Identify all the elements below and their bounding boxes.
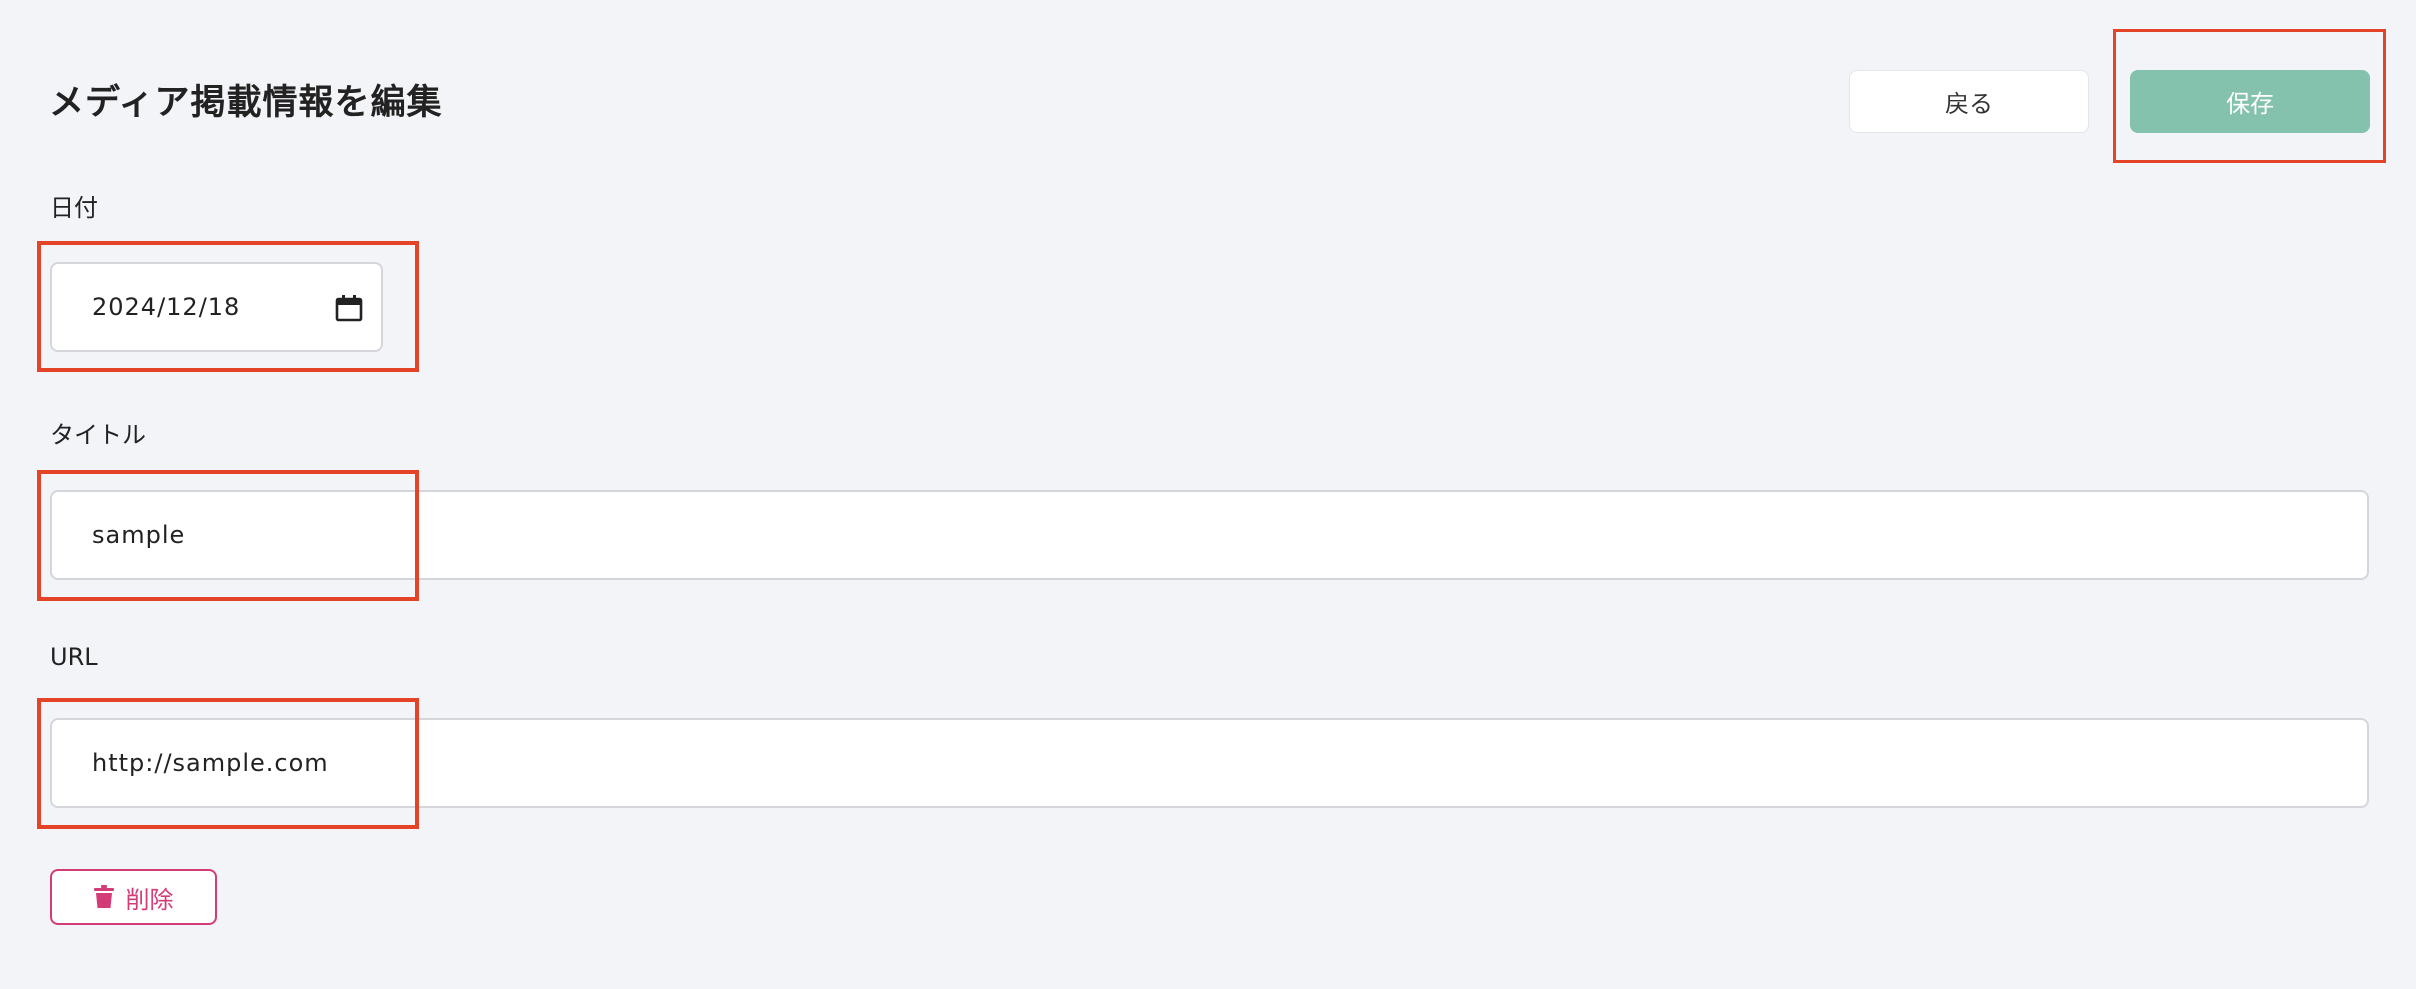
delete-label: 削除 xyxy=(125,885,174,914)
url-label: URL xyxy=(50,643,98,671)
date-value: 2024/12/18 xyxy=(92,293,241,321)
media-edit-page: メディア掲載情報を編集 戻る 保存 日付 2024/12/18 タイトル sam… xyxy=(0,0,2416,989)
calendar-icon[interactable] xyxy=(335,294,363,322)
trash-icon xyxy=(93,885,114,908)
title-label: タイトル xyxy=(50,421,146,449)
title-input[interactable]: sample xyxy=(50,490,2369,580)
date-field[interactable]: 2024/12/18 xyxy=(50,262,383,352)
date-label: 日付 xyxy=(50,194,98,222)
url-input[interactable]: http://sample.com xyxy=(50,718,2369,808)
url-value: http://sample.com xyxy=(92,749,329,777)
back-button[interactable]: 戻る xyxy=(1849,70,2089,133)
page-title: メディア掲載情報を編集 xyxy=(49,83,443,123)
title-value: sample xyxy=(92,521,186,549)
save-button[interactable]: 保存 xyxy=(2130,70,2370,133)
delete-button[interactable]: 削除 xyxy=(50,869,217,925)
